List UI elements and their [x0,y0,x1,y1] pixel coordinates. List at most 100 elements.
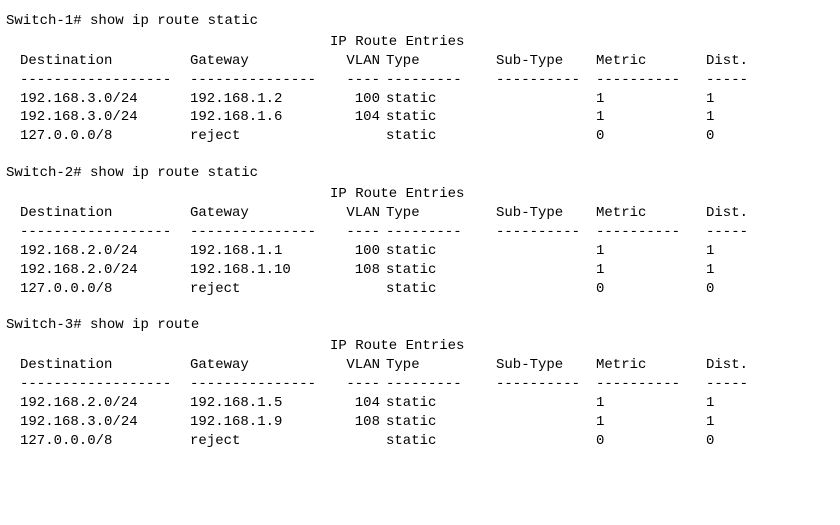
cell-metric: 1 [596,394,706,413]
header-dest: Destination [20,52,190,71]
table-row: 192.168.2.0/24192.168.1.10108static11 [20,261,766,280]
cell-metric: 0 [596,280,706,299]
cell-dist: 1 [706,108,766,127]
cell-dist: 1 [706,394,766,413]
header-gw: Gateway [190,356,330,375]
header-sub: Sub-Type [496,356,596,375]
cell-gw: 192.168.1.2 [190,90,330,109]
dash-cell: ---------- [596,223,706,242]
dash-row: ----------------------------------------… [20,375,766,394]
cell-type: static [386,90,496,109]
cell-type: static [386,127,496,146]
table-row: 127.0.0.0/8rejectstatic00 [20,127,766,146]
header-sub: Sub-Type [496,204,596,223]
cell-vlan: 100 [330,242,386,261]
prompt-line: Switch-1# show ip route static [6,12,828,31]
cell-sub [496,261,596,280]
header-vlan: VLAN [330,356,386,375]
cell-sub [496,413,596,432]
route-block: Switch-2# show ip route static IP Route … [6,164,828,298]
cell-dist: 1 [706,90,766,109]
cell-dest: 192.168.2.0/24 [20,261,190,280]
header-type: Type [386,204,496,223]
dash-cell: ----- [706,223,766,242]
header-dist: Dist. [706,356,766,375]
cell-dest: 127.0.0.0/8 [20,280,190,299]
cell-sub [496,108,596,127]
cell-vlan: 100 [330,90,386,109]
cell-dist: 0 [706,280,766,299]
cell-dist: 1 [706,261,766,280]
cell-type: static [386,432,496,451]
table-title: IP Route Entries [330,33,464,52]
cell-vlan: 108 [330,261,386,280]
cell-sub [496,432,596,451]
header-dist: Dist. [706,204,766,223]
dash-cell: ---- [330,375,386,394]
dash-cell: ------------------ [20,223,190,242]
dash-cell: ---------- [496,71,596,90]
cell-dest: 127.0.0.0/8 [20,127,190,146]
cell-type: static [386,280,496,299]
cell-gw: 192.168.1.10 [190,261,330,280]
table-row: 192.168.3.0/24192.168.1.9108static11 [20,413,766,432]
header-dest: Destination [20,356,190,375]
cell-dist: 1 [706,242,766,261]
cell-metric: 1 [596,242,706,261]
cell-sub [496,90,596,109]
cell-metric: 1 [596,413,706,432]
cell-type: static [386,394,496,413]
cell-gw: 192.168.1.5 [190,394,330,413]
cell-dest: 192.168.3.0/24 [20,108,190,127]
route-table: DestinationGatewayVLANTypeSub-TypeMetric… [20,204,766,298]
table-title: IP Route Entries [330,185,464,204]
table-row: 192.168.3.0/24192.168.1.2100static11 [20,90,766,109]
cell-gw: reject [190,127,330,146]
header-dest: Destination [20,204,190,223]
cell-dist: 0 [706,432,766,451]
dash-cell: ----- [706,375,766,394]
header-gw: Gateway [190,204,330,223]
header-vlan: VLAN [330,204,386,223]
dash-cell: ---------- [596,71,706,90]
cell-vlan: 108 [330,413,386,432]
cell-dist: 1 [706,413,766,432]
header-metric: Metric [596,52,706,71]
dash-cell: --------- [386,223,496,242]
cell-dest: 127.0.0.0/8 [20,432,190,451]
cell-vlan [330,127,386,146]
cell-gw: 192.168.1.1 [190,242,330,261]
route-block: Switch-1# show ip route static IP Route … [6,12,828,146]
table-header-row: DestinationGatewayVLANTypeSub-TypeMetric… [20,204,766,223]
cell-type: static [386,108,496,127]
cell-dest: 192.168.2.0/24 [20,242,190,261]
dash-cell: ----- [706,71,766,90]
prompt-line: Switch-3# show ip route [6,316,828,335]
table-row: 192.168.2.0/24192.168.1.1100static11 [20,242,766,261]
cell-dest: 192.168.2.0/24 [20,394,190,413]
cell-gw: reject [190,432,330,451]
title-line: IP Route Entries [20,337,828,356]
dash-cell: ---- [330,71,386,90]
route-table: DestinationGatewayVLANTypeSub-TypeMetric… [20,356,766,450]
cell-metric: 1 [596,108,706,127]
dash-cell: --------------- [190,71,330,90]
cell-gw: 192.168.1.9 [190,413,330,432]
table-row: 127.0.0.0/8reject static 00 [20,432,766,451]
cell-gw: 192.168.1.6 [190,108,330,127]
cell-sub [496,127,596,146]
prompt-line: Switch-2# show ip route static [6,164,828,183]
header-metric: Metric [596,204,706,223]
table-row: 127.0.0.0/8reject static 00 [20,280,766,299]
command: show ip route static [90,165,258,181]
header-vlan: VLAN [330,52,386,71]
cell-gw: reject [190,280,330,299]
dash-cell: ---------- [496,223,596,242]
title-line: IP Route Entries [20,185,828,204]
cell-dist: 0 [706,127,766,146]
header-type: Type [386,356,496,375]
cell-metric: 0 [596,432,706,451]
dash-cell: --------- [386,71,496,90]
command: show ip route [90,317,199,333]
table-header-row: DestinationGatewayVLANTypeSub-TypeMetric… [20,356,766,375]
